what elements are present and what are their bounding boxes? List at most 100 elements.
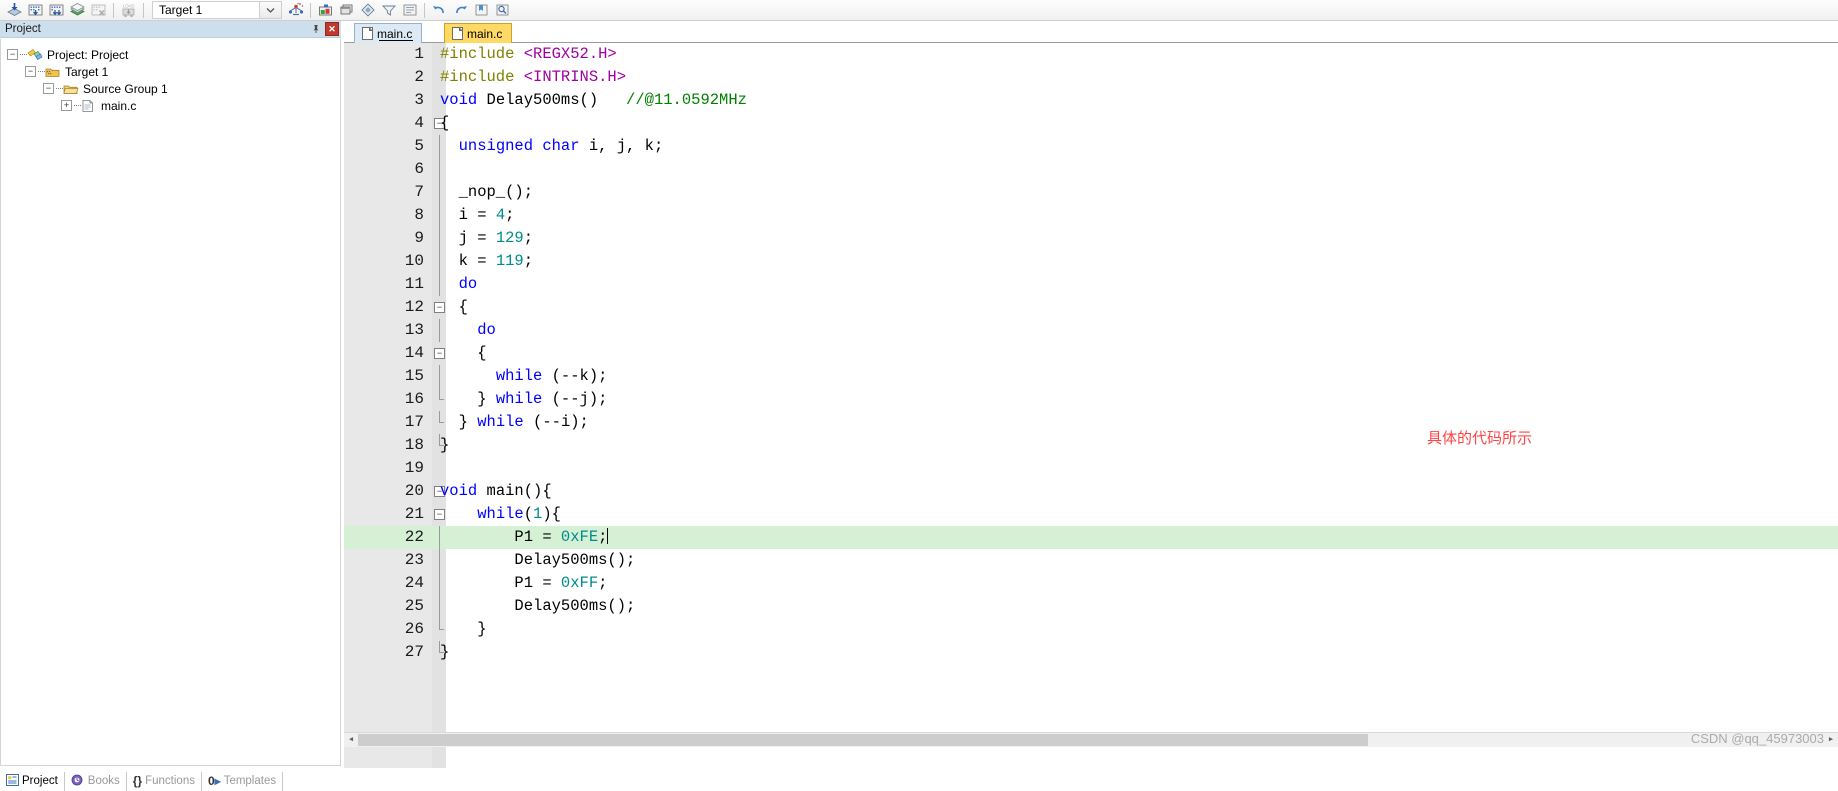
code-text: void Delay500ms() //@11.0592MHz	[440, 89, 747, 112]
tree-item-source-group[interactable]: − Source Group 1	[1, 80, 340, 97]
line-number: 7	[414, 183, 424, 201]
c-file-icon	[362, 27, 373, 40]
code-line[interactable]: 15 while (--k);	[344, 365, 1838, 388]
expander-icon[interactable]: −	[25, 66, 36, 77]
search-magic-icon[interactable]	[492, 1, 513, 20]
build-target-icon[interactable]	[4, 1, 25, 20]
code-line[interactable]: 3 void Delay500ms() //@11.0592MHz	[344, 89, 1838, 112]
code-content[interactable]: 1 #include <REGX52.H> 2 #include <INTRINS.H…	[344, 43, 1838, 664]
code-token: k =	[440, 252, 496, 270]
editor-tab-secondary[interactable]: main.c	[444, 23, 513, 43]
configure-icon[interactable]	[399, 1, 420, 20]
toolbar-separator-4	[424, 2, 425, 18]
line-number: 4	[414, 114, 424, 132]
code-line[interactable]: 6	[344, 158, 1838, 181]
editor-tab-active[interactable]: main.c	[354, 23, 423, 43]
scroll-right-arrow[interactable]: ▶	[1824, 732, 1838, 747]
line-number: 1	[414, 45, 424, 63]
code-line[interactable]: 10 k = 119;	[344, 250, 1838, 273]
code-token: 119	[495, 252, 524, 270]
code-token: (--i);	[523, 413, 589, 431]
code-line[interactable]: 23 Delay500ms();	[344, 549, 1838, 572]
code-line[interactable]: 9 j = 129;	[344, 227, 1838, 250]
close-icon[interactable]: ✕	[325, 22, 339, 36]
line-number: 17	[404, 413, 424, 431]
stop-build-icon[interactable]	[88, 1, 109, 20]
code-text: {	[440, 342, 486, 365]
batch-build-icon[interactable]	[46, 1, 67, 20]
filter-icon[interactable]	[378, 1, 399, 20]
scroll-left-arrow[interactable]: ◀	[344, 732, 358, 747]
code-line[interactable]: 13 do	[344, 319, 1838, 342]
code-line[interactable]: 8 i = 4;	[344, 204, 1838, 227]
pack-installer-icon[interactable]	[357, 1, 378, 20]
expander-icon[interactable]: −	[7, 49, 18, 60]
code-token: while	[477, 413, 524, 431]
code-token: #include	[440, 68, 524, 86]
tab-books[interactable]: Books	[65, 771, 127, 791]
code-line[interactable]: 21− while(1){	[344, 503, 1838, 526]
code-line[interactable]: 17 } while (--i);	[344, 411, 1838, 434]
line-number: 8	[414, 206, 424, 224]
windows-layout-icon[interactable]	[336, 1, 357, 20]
chevron-down-icon[interactable]	[260, 1, 282, 19]
code-token: Delay500ms();	[440, 551, 636, 569]
code-line[interactable]: 18}	[344, 434, 1838, 457]
editor-tabstrip: main.c main.c	[344, 21, 1838, 43]
code-line[interactable]: 11 do	[344, 273, 1838, 296]
line-number: 23	[404, 551, 424, 569]
line-number: 21	[404, 505, 424, 523]
redo-icon[interactable]	[450, 1, 471, 20]
line-number: 10	[404, 252, 424, 270]
scroll-thumb[interactable]	[358, 733, 1368, 746]
code-line[interactable]: 4−{	[344, 112, 1838, 135]
code-token: <INTRINS.H>	[523, 68, 627, 86]
code-line[interactable]: 12− {	[344, 296, 1838, 319]
bookmark-icon[interactable]	[471, 1, 492, 20]
expander-icon[interactable]: +	[61, 100, 72, 111]
target-options-icon[interactable]	[285, 1, 306, 20]
tab-functions[interactable]: {} Functions	[127, 771, 202, 791]
project-tree[interactable]: − Project: Project − Target 1 − Source G…	[0, 39, 341, 766]
code-editor[interactable]: 1 #include <REGX52.H> 2 #include <INTRINS.H…	[344, 43, 1838, 768]
horizontal-scrollbar[interactable]: ◀ ▶	[344, 732, 1838, 747]
code-line[interactable]: 25 Delay500ms();	[344, 595, 1838, 618]
tree-item-main-c[interactable]: + main.c	[1, 97, 340, 114]
code-token: ;	[598, 574, 608, 592]
expander-icon[interactable]: −	[43, 83, 54, 94]
rebuild-all-icon[interactable]	[25, 1, 46, 20]
code-line[interactable]: 22 P1 = 0xFE;	[344, 526, 1838, 549]
translate-file-icon[interactable]	[67, 1, 88, 20]
tree-item-project[interactable]: − Project: Project	[1, 46, 340, 63]
code-line[interactable]: 5 unsigned char i, j, k;	[344, 135, 1838, 158]
line-number: 2	[414, 68, 424, 86]
code-line[interactable]: 7 _nop_();	[344, 181, 1838, 204]
line-number: 11	[404, 275, 424, 293]
undo-icon[interactable]	[429, 1, 450, 20]
code-line[interactable]: 2 #include <INTRINS.H>	[344, 66, 1838, 89]
download-icon[interactable]: LOAD	[118, 1, 139, 20]
tab-templates[interactable]: 0▸ Templates	[202, 771, 284, 791]
code-line[interactable]: 26 }	[344, 618, 1838, 641]
code-line[interactable]: 24 P1 = 0xFF;	[344, 572, 1838, 595]
code-line[interactable]: 1 #include <REGX52.H>	[344, 43, 1838, 66]
tree-item-target[interactable]: − Target 1	[1, 63, 340, 80]
code-line[interactable]: 27}	[344, 641, 1838, 664]
code-token: j =	[440, 229, 496, 247]
manage-project-items-icon[interactable]	[315, 1, 336, 20]
code-line[interactable]: 16 } while (--j);	[344, 388, 1838, 411]
tab-project[interactable]: Project	[0, 771, 65, 791]
pin-icon[interactable]	[309, 22, 323, 36]
code-line[interactable]: 19	[344, 457, 1838, 480]
code-line[interactable]: 20− void main(){	[344, 480, 1838, 503]
scroll-track[interactable]	[358, 732, 1824, 747]
target-select[interactable]: Target 1	[152, 1, 260, 19]
code-token: (--j);	[542, 390, 608, 408]
code-token: <REGX52.H>	[523, 45, 617, 63]
code-line[interactable]: 14− {	[344, 342, 1838, 365]
code-token: 1	[533, 505, 543, 523]
code-text: _nop_();	[440, 181, 533, 204]
fold-guide-line	[439, 158, 440, 181]
